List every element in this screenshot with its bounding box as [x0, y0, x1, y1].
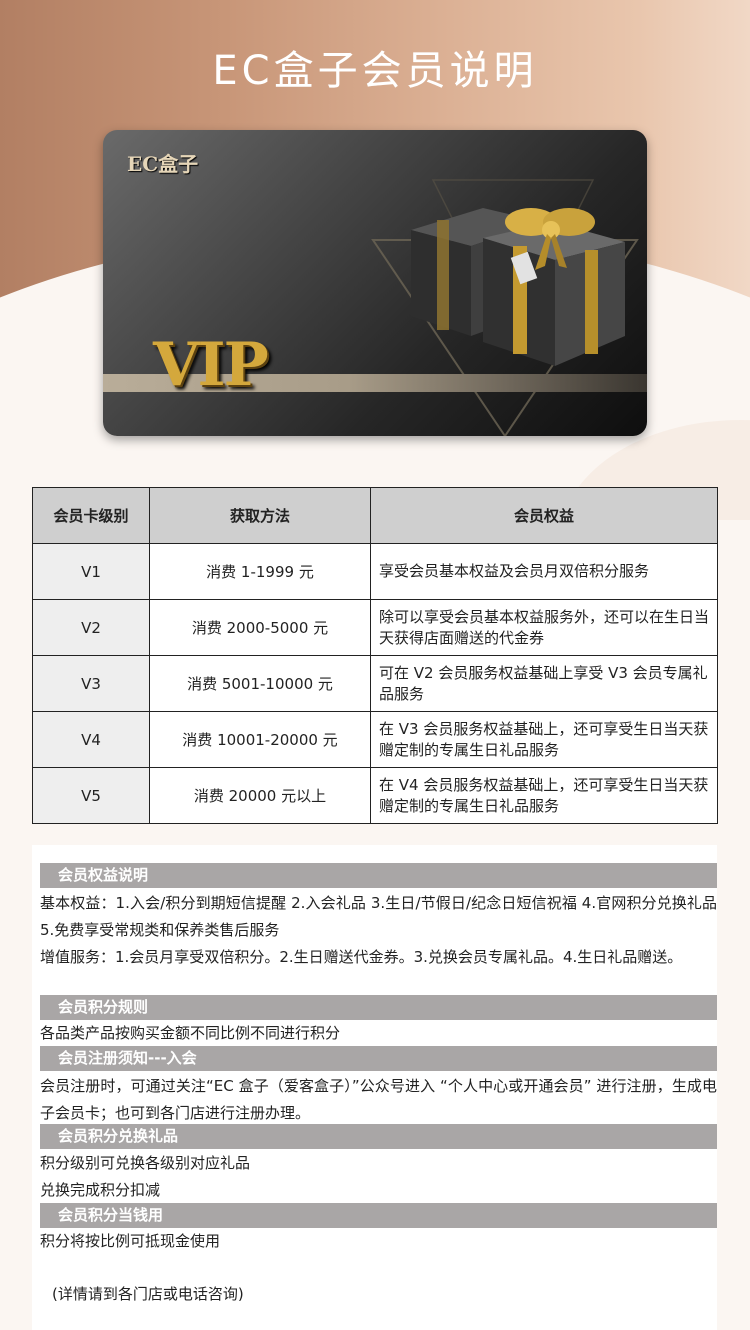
- method-cell: 消费 10001-20000 元: [149, 711, 371, 768]
- benefit-cell: 享受会员基本权益及会员月双倍积分服务: [370, 543, 718, 600]
- method-cell: 消费 1-1999 元: [149, 543, 371, 600]
- level-cell: V3: [32, 655, 150, 712]
- table-row: V3 消费 5001-10000 元 可在 V2 会员服务权益基础上享受 V3 …: [32, 655, 718, 712]
- section-title-registration: 会员注册须知---入会: [40, 1046, 717, 1071]
- method-cell: 消费 2000-5000 元: [149, 599, 371, 656]
- level-cell: V5: [32, 767, 150, 824]
- gift-box-icon: [371, 179, 639, 436]
- points-rules-text: 各品类产品按购买金额不同比例不同进行积分: [40, 1024, 341, 1042]
- page-title: EC盒子会员说明: [212, 48, 538, 94]
- card-vip-label: VIP: [153, 330, 269, 400]
- section-title-redeem: 会员积分兑换礼品: [40, 1124, 717, 1149]
- method-cell: 消费 5001-10000 元: [149, 655, 371, 712]
- table-header-row: 会员卡级别 获取方法 会员权益: [32, 487, 718, 544]
- vip-card: EC盒子 VIP: [103, 130, 647, 436]
- level-cell: V2: [32, 599, 150, 656]
- benefits-basic-text: 基本权益：1.入会/积分到期短信提醒 2.入会礼品 3.生日/节假日/纪念日短信…: [40, 894, 717, 939]
- benefit-cell: 可在 V2 会员服务权益基础上享受 V3 会员专属礼品服务: [370, 655, 718, 712]
- header-method: 获取方法: [149, 487, 371, 544]
- benefit-cell: 在 V3 会员服务权益基础上，还可享受生日当天获赠定制的专属生日礼品服务: [370, 711, 718, 768]
- benefits-value-added-text: 增值服务：1.会员月享受双倍积分。2.生日赠送代金券。3.兑换会员专属礼品。4.…: [40, 948, 683, 966]
- section-title-benefits: 会员权益说明: [40, 863, 717, 888]
- redeem-text-1: 积分级别可兑换各级别对应礼品: [40, 1154, 251, 1172]
- rules-panel: 会员权益说明 基本权益：1.入会/积分到期短信提醒 2.入会礼品 3.生日/节假…: [32, 845, 717, 1330]
- section-title-points-rules: 会员积分规则: [40, 995, 717, 1020]
- redeem-text-2: 兑换完成积分扣减: [40, 1181, 161, 1199]
- benefit-cell: 除可以享受会员基本权益服务外，还可以在生日当天获得店面赠送的代金券: [370, 599, 718, 656]
- table-row: V4 消费 10001-20000 元 在 V3 会员服务权益基础上，还可享受生…: [32, 711, 718, 768]
- section-title-cash: 会员积分当钱用: [40, 1203, 717, 1228]
- method-cell: 消费 20000 元以上: [149, 767, 371, 824]
- table-row: V5 消费 20000 元以上 在 V4 会员服务权益基础上，还可享受生日当天获…: [32, 767, 718, 824]
- table-row: V2 消费 2000-5000 元 除可以享受会员基本权益服务外，还可以在生日当…: [32, 599, 718, 656]
- footer-note: (详情请到各门店或电话咨询): [52, 1285, 244, 1303]
- membership-table: 会员卡级别 获取方法 会员权益 V1 消费 1-1999 元 享受会员基本权益及…: [32, 487, 718, 824]
- table-row: V1 消费 1-1999 元 享受会员基本权益及会员月双倍积分服务: [32, 543, 718, 600]
- header-benefit: 会员权益: [370, 487, 718, 544]
- level-cell: V1: [32, 543, 150, 600]
- benefit-cell: 在 V4 会员服务权益基础上，还可享受生日当天获赠定制的专属生日礼品服务: [370, 767, 718, 824]
- registration-text: 会员注册时，可通过关注“EC 盒子（爱客盒子）”公众号进入 “个人中心或开通会员…: [40, 1077, 717, 1122]
- header-level: 会员卡级别: [32, 487, 150, 544]
- cash-text: 积分将按比例可抵现金使用: [40, 1232, 221, 1250]
- level-cell: V4: [32, 711, 150, 768]
- card-brand: EC盒子: [127, 152, 199, 176]
